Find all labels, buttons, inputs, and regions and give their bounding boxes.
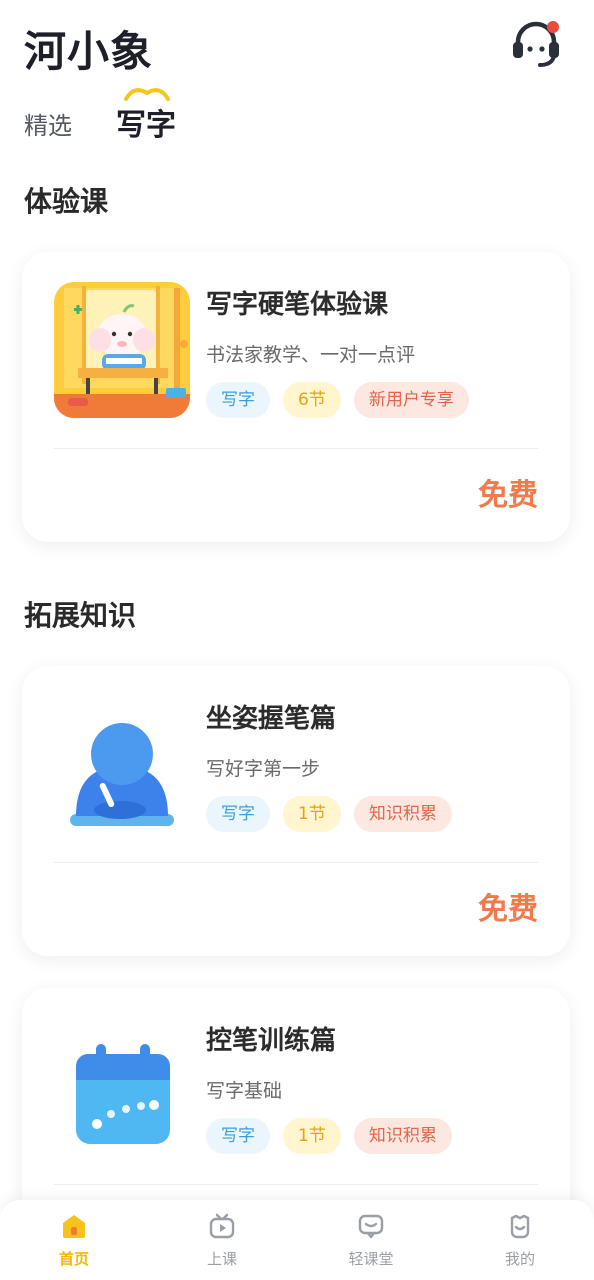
course-thumbnail [54,282,190,418]
course-title: 坐姿握笔篇 [206,704,337,734]
tag-subject: 写字 [206,796,270,832]
course-subtitle: 写好字第一步 [206,758,321,780]
tv-play-icon [209,1213,235,1239]
tag-subject: 写字 [206,382,270,418]
header: 河小象 精选 写字 [0,0,594,150]
course-subtitle: 书法家教学、一对一点评 [206,344,416,366]
tag-lessons: 6节 [283,382,341,418]
course-card[interactable]: 坐姿握笔篇 写好字第一步 写字 1节 知识积累 免费 [22,666,570,956]
course-thumbnail [54,1018,190,1154]
tag-subject: 写字 [206,1118,270,1154]
tab-active-indicator-icon [124,88,170,101]
price-label[interactable]: 免费 [478,884,538,928]
divider [54,862,538,863]
nav-item-profile[interactable]: 我的 [446,1200,594,1280]
nav-item-light-class[interactable]: 轻课堂 [297,1200,445,1280]
course-tags: 写字 1节 知识积累 [206,796,452,832]
course-subtitle: 写字基础 [206,1080,283,1102]
headset-icon[interactable] [508,18,564,70]
divider [54,448,538,449]
tab-writing-label: 写字 [116,108,176,143]
section-title-extended: 拓展知识 [24,599,137,632]
nav-label: 轻课堂 [348,1250,394,1268]
sitting-posture-icon [70,723,174,826]
course-title: 写字硬笔体验课 [206,290,389,320]
elephant-writing-illustration [54,282,190,418]
tag-category: 知识积累 [353,1118,452,1154]
nav-item-class[interactable]: 上课 [148,1200,296,1280]
nav-item-home[interactable]: 首页 [0,1200,148,1280]
price-label[interactable]: 免费 [478,470,538,514]
tag-lessons: 1节 [283,796,341,832]
nav-label: 首页 [58,1250,89,1268]
tab-featured[interactable]: 精选 [24,106,72,141]
tag-category: 新用户专享 [353,382,469,418]
tab-featured-label: 精选 [24,112,72,140]
course-title: 控笔训练篇 [206,1026,337,1056]
profile-icon [510,1214,530,1239]
divider [54,1184,538,1185]
home-icon [63,1215,85,1238]
course-tags: 写字 1节 知识积累 [206,1118,452,1154]
app-title: 河小象 [24,27,154,76]
course-card[interactable]: 写字硬笔体验课 书法家教学、一对一点评 写字 6节 新用户专享 免费 [22,252,570,542]
calendar-icon [76,1044,170,1144]
section-title-trial: 体验课 [24,185,109,218]
course-thumbnail [54,696,190,832]
tag-category: 知识积累 [353,796,452,832]
nav-label: 上课 [206,1250,237,1268]
course-tags: 写字 6节 新用户专享 [206,382,469,418]
tag-lessons: 1节 [283,1118,341,1154]
bottom-navigation: 首页 上课 轻课堂 我的 [0,1200,594,1280]
tab-writing[interactable]: 写字 [116,88,176,144]
chat-bubble-icon [358,1214,384,1239]
nav-label: 我的 [504,1250,535,1268]
